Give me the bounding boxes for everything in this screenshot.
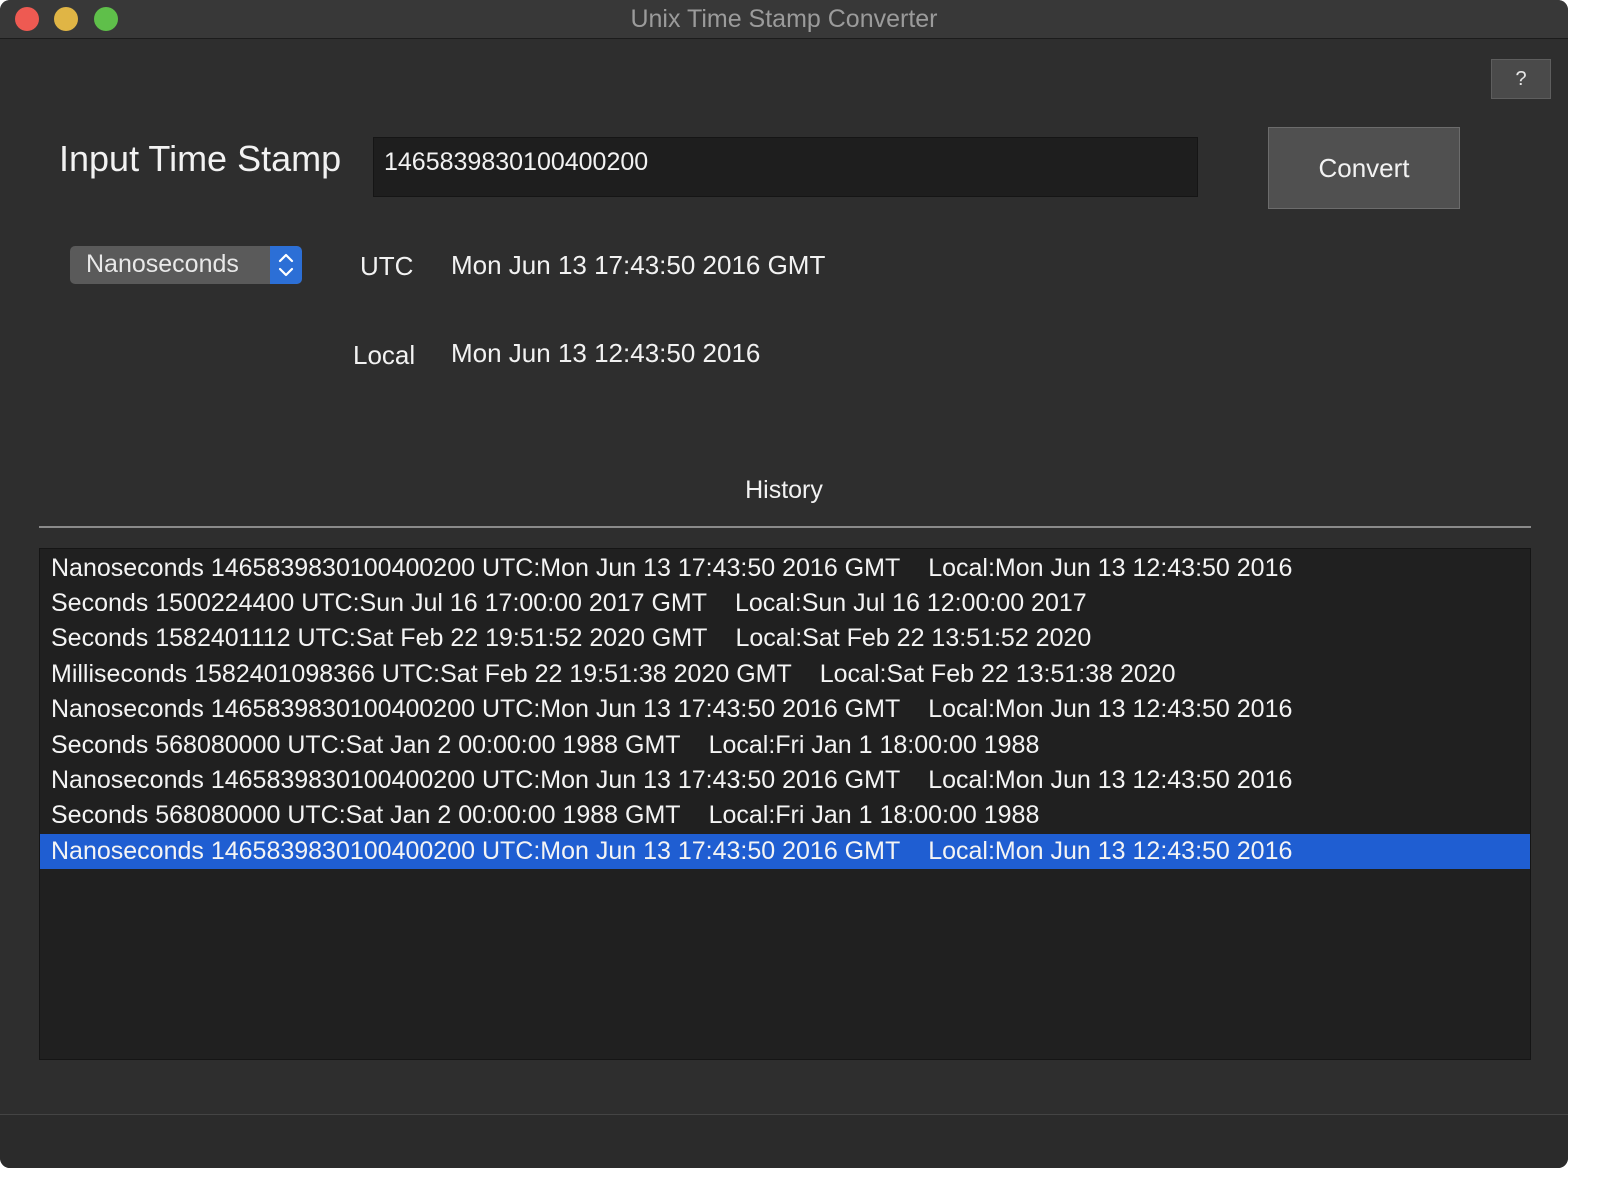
input-timestamp-label: Input Time Stamp (59, 138, 342, 179)
local-label: Local (353, 340, 416, 370)
history-row[interactable]: Seconds 1582401112 UTC:Sat Feb 22 19:51:… (40, 621, 1530, 656)
history-row[interactable]: Nanoseconds 1465839830100400200 UTC:Mon … (40, 551, 1530, 586)
history-divider (39, 526, 1531, 528)
chevron-up-down-icon[interactable] (270, 246, 302, 284)
history-row-local: Local:Mon Jun 13 12:43:50 2016 (928, 695, 1293, 723)
utc-value: Mon Jun 13 17:43:50 2016 GMT (451, 250, 826, 280)
history-row[interactable]: Nanoseconds 1465839830100400200 UTC:Mon … (40, 763, 1530, 798)
window-title: Unix Time Stamp Converter (630, 5, 938, 33)
history-row[interactable]: Seconds 568080000 UTC:Sat Jan 2 00:00:00… (40, 728, 1530, 763)
history-row-local: Local:Sat Feb 22 13:51:38 2020 (819, 660, 1176, 688)
history-row-local: Local:Mon Jun 13 12:43:50 2016 (928, 837, 1293, 865)
history-title: History (745, 476, 823, 504)
timestamp-input[interactable]: 1465839830100400200 (373, 137, 1198, 197)
history-row-local: Local:Fri Jan 1 18:00:00 1988 (708, 731, 1040, 759)
bottom-bar (0, 1114, 1568, 1168)
history-row-local: Local:Mon Jun 13 12:43:50 2016 (928, 554, 1293, 582)
utc-label: UTC (360, 251, 414, 281)
history-row-text: Milliseconds 1582401098366 UTC:Sat Feb 2… (51, 660, 792, 688)
history-row[interactable]: Milliseconds 1582401098366 UTC:Sat Feb 2… (40, 657, 1530, 692)
history-row-text: Nanoseconds 1465839830100400200 UTC:Mon … (51, 554, 901, 582)
app-window: Unix Time Stamp Converter ? Input Time S… (0, 0, 1568, 1168)
history-row-text: Seconds 568080000 UTC:Sat Jan 2 00:00:00… (51, 801, 681, 829)
help-button[interactable]: ? (1491, 59, 1551, 99)
local-value: Mon Jun 13 12:43:50 2016 (451, 338, 761, 368)
history-row-text: Nanoseconds 1465839830100400200 UTC:Mon … (51, 695, 901, 723)
history-row[interactable]: Nanoseconds 1465839830100400200 UTC:Mon … (40, 692, 1530, 727)
history-row-local: Local:Fri Jan 1 18:00:00 1988 (708, 801, 1040, 829)
history-row-text: Seconds 1500224400 UTC:Sun Jul 16 17:00:… (51, 589, 707, 617)
history-row[interactable]: Seconds 568080000 UTC:Sat Jan 2 00:00:00… (40, 798, 1530, 833)
history-row-local: Local:Mon Jun 13 12:43:50 2016 (928, 766, 1293, 794)
unit-select-value: Nanoseconds (86, 250, 239, 278)
history-row-text: Seconds 568080000 UTC:Sat Jan 2 00:00:00… (51, 731, 681, 759)
unit-select[interactable]: Nanoseconds (70, 246, 302, 284)
history-list[interactable]: Nanoseconds 1465839830100400200 UTC:Mon … (39, 548, 1531, 1060)
title-bar[interactable]: Unix Time Stamp Converter (0, 0, 1568, 39)
history-row-selected[interactable]: Nanoseconds 1465839830100400200 UTC:Mon … (40, 834, 1530, 869)
history-row-local: Local:Sat Feb 22 13:51:52 2020 (735, 624, 1092, 652)
history-row-text: Nanoseconds 1465839830100400200 UTC:Mon … (51, 766, 901, 794)
history-row[interactable]: Seconds 1500224400 UTC:Sun Jul 16 17:00:… (40, 586, 1530, 621)
history-row-local: Local:Sun Jul 16 12:00:00 2017 (735, 589, 1087, 617)
history-row-text: Nanoseconds 1465839830100400200 UTC:Mon … (51, 837, 901, 865)
history-row-text: Seconds 1582401112 UTC:Sat Feb 22 19:51:… (51, 624, 708, 652)
convert-button[interactable]: Convert (1268, 127, 1460, 209)
